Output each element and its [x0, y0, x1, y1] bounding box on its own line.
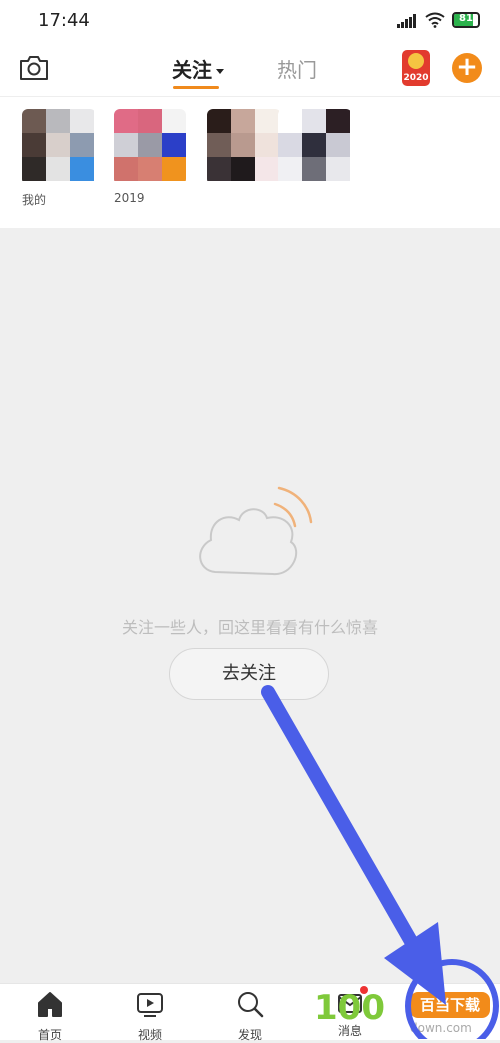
status-time: 17:44: [38, 10, 90, 31]
followed-users-strip: 我的 2019: [0, 97, 500, 228]
chevron-down-icon: [216, 69, 224, 74]
top-header: 关注 热门 2020 +: [0, 42, 500, 97]
watermark-url: down.com: [410, 1021, 472, 1035]
nav-label: 视频: [137, 1028, 162, 1042]
followed-user-item[interactable]: [207, 109, 281, 191]
watermark-logo: 100: [314, 988, 385, 1028]
coin-icon: [408, 53, 424, 69]
video-icon: [137, 993, 163, 1017]
add-button[interactable]: +: [452, 53, 482, 83]
followed-user-item[interactable]: 2019: [114, 109, 186, 205]
watermark-badge: 百当下载: [410, 992, 490, 1018]
active-tab-indicator: [173, 86, 219, 89]
empty-feed-illustration-icon: [199, 486, 313, 576]
watermark: 100 百当下载 down.com: [314, 988, 500, 1039]
empty-message: 关注一些人，回这里看看有什么惊喜: [121, 618, 378, 637]
battery-level: 81: [459, 13, 473, 24]
tab-follow-label: 关注: [172, 58, 212, 82]
camera-icon[interactable]: [18, 54, 50, 82]
badge-year: 2020: [403, 73, 429, 83]
tab-follow[interactable]: 关注: [172, 54, 224, 83]
nav-label: 首页: [37, 1028, 62, 1042]
avatar: [22, 109, 96, 185]
nav-item-home[interactable]: 首页: [20, 990, 80, 1043]
empty-feed: 关注一些人，回这里看看有什么惊喜 去关注: [0, 228, 500, 983]
followed-user-item[interactable]: [278, 109, 352, 191]
wifi-icon: [425, 12, 445, 28]
followed-user-name: 2019: [114, 191, 145, 205]
followed-user-item[interactable]: 我的: [22, 109, 96, 208]
signal-icon: [397, 14, 419, 28]
search-icon: [238, 992, 264, 1018]
avatar: [114, 109, 186, 185]
home-icon: [38, 992, 62, 1017]
go-follow-button[interactable]: 去关注: [169, 648, 329, 700]
nav-item-discover[interactable]: 发现: [220, 990, 280, 1043]
avatar: [278, 109, 352, 185]
nav-item-video[interactable]: 视频: [120, 990, 180, 1043]
nav-label: 发现: [237, 1028, 262, 1042]
battery-icon: 81: [452, 12, 480, 28]
status-bar: 17:44 81: [0, 0, 500, 42]
avatar: [207, 109, 281, 185]
followed-user-name: 我的: [22, 193, 47, 207]
tab-hot[interactable]: 热门: [277, 54, 317, 83]
new-year-badge[interactable]: 2020: [402, 50, 430, 86]
